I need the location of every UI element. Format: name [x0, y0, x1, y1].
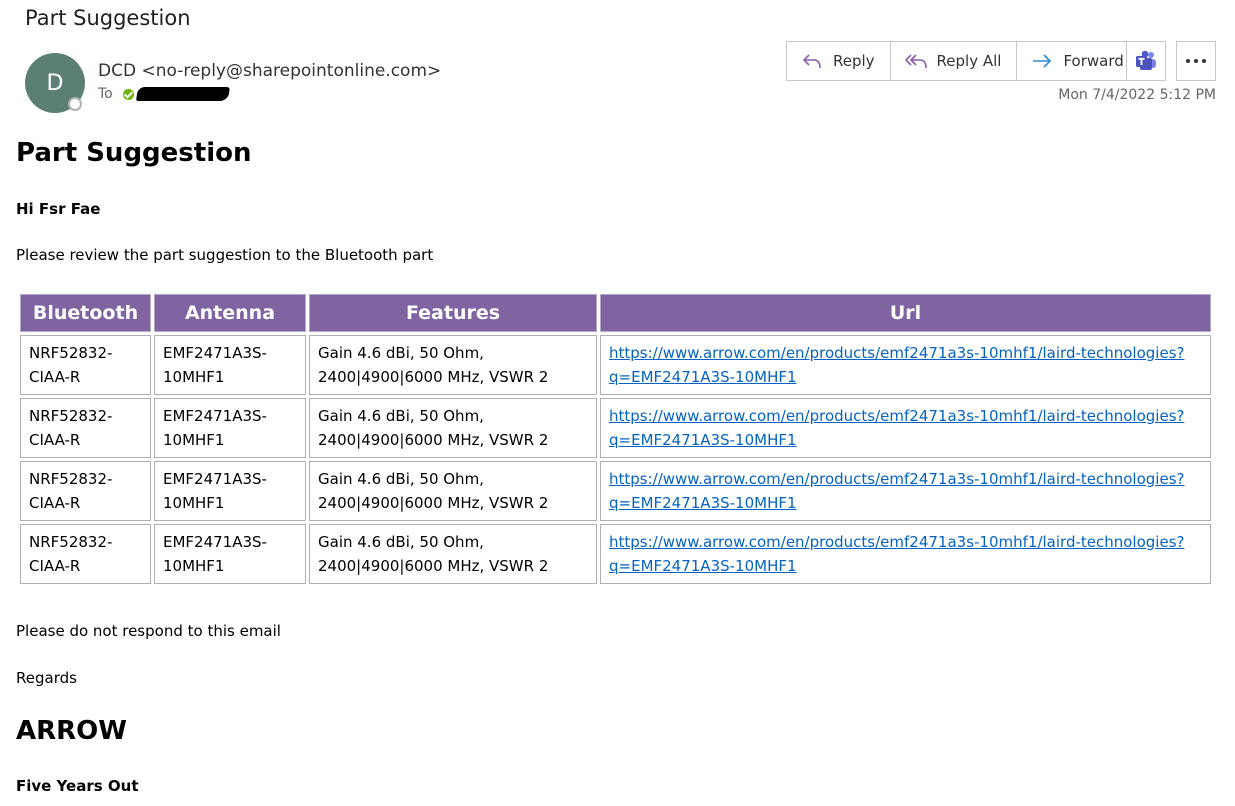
forward-button[interactable]: Forward	[1017, 42, 1138, 80]
cell-text: NRF52832-	[29, 407, 113, 425]
reply-all-button[interactable]: Reply All	[891, 42, 1018, 80]
presence-available-icon	[122, 88, 134, 100]
no-reply-notice: Please do not respond to this email	[16, 622, 281, 640]
column-header-antenna: Antenna	[154, 294, 306, 332]
cell-text: Gain 4.6 dBi, 50 Ohm,	[318, 344, 484, 362]
redacted-recipient[interactable]	[135, 87, 230, 101]
forward-label: Forward	[1063, 52, 1124, 70]
cell-text: EMF2471A3S-	[163, 533, 267, 551]
teams-icon	[1136, 50, 1156, 70]
cell-text: 10MHF1	[163, 557, 225, 575]
product-link[interactable]: https://www.arrow.com/en/products/emf247…	[609, 407, 1184, 449]
cell-bluetooth: NRF52832- CIAA-R	[20, 335, 151, 395]
product-link[interactable]: https://www.arrow.com/en/products/emf247…	[609, 344, 1184, 386]
cell-text: NRF52832-	[29, 533, 113, 551]
cell-url: https://www.arrow.com/en/products/emf247…	[600, 524, 1211, 584]
cell-text: 2400|4900|6000 MHz, VSWR 2	[318, 368, 549, 386]
table-row: NRF52832- CIAA-R EMF2471A3S- 10MHF1 Gain 4…	[20, 335, 1211, 395]
greeting: Hi Fsr Fae	[16, 200, 101, 218]
reply-label: Reply	[833, 52, 875, 70]
product-link[interactable]: https://www.arrow.com/en/products/emf247…	[609, 533, 1184, 575]
cell-text: Gain 4.6 dBi, 50 Ohm,	[318, 407, 484, 425]
cell-bluetooth: NRF52832- CIAA-R	[20, 524, 151, 584]
reply-icon	[802, 54, 821, 69]
cell-features: Gain 4.6 dBi, 50 Ohm, 2400|4900|6000 MHz,…	[309, 461, 597, 521]
cell-text: EMF2471A3S-	[163, 407, 267, 425]
cell-text: Gain 4.6 dBi, 50 Ohm,	[318, 533, 484, 551]
intro-text: Please review the part suggestion to the…	[16, 246, 434, 264]
cell-antenna: EMF2471A3S- 10MHF1	[154, 461, 306, 521]
cell-text: CIAA-R	[29, 557, 81, 575]
cell-text: CIAA-R	[29, 368, 81, 386]
cell-url: https://www.arrow.com/en/products/emf247…	[600, 398, 1211, 458]
email-action-bar: Reply Reply All Forward	[786, 41, 1140, 81]
cell-text: 10MHF1	[163, 431, 225, 449]
cell-text: CIAA-R	[29, 494, 81, 512]
column-header-bluetooth: Bluetooth	[20, 294, 151, 332]
cell-text: NRF52832-	[29, 344, 113, 362]
cell-text: 2400|4900|6000 MHz, VSWR 2	[318, 557, 549, 575]
cell-url: https://www.arrow.com/en/products/emf247…	[600, 335, 1211, 395]
cell-bluetooth: NRF52832- CIAA-R	[20, 461, 151, 521]
parts-table: Bluetooth Antenna Features Url NRF52832-…	[17, 291, 1214, 587]
cell-text: 10MHF1	[163, 368, 225, 386]
sender-address[interactable]: DCD <no-reply@sharepointonline.com>	[98, 61, 441, 81]
reply-all-label: Reply All	[936, 52, 1002, 70]
cell-text: EMF2471A3S-	[163, 344, 267, 362]
body-heading: Part Suggestion	[16, 138, 252, 168]
brand-tagline: Five Years Out	[16, 777, 139, 795]
cell-text: 10MHF1	[163, 494, 225, 512]
cell-bluetooth: NRF52832- CIAA-R	[20, 398, 151, 458]
more-options-button[interactable]	[1176, 41, 1216, 81]
cell-text: Gain 4.6 dBi, 50 Ohm,	[318, 470, 484, 488]
cell-antenna: EMF2471A3S- 10MHF1	[154, 335, 306, 395]
cell-antenna: EMF2471A3S- 10MHF1	[154, 398, 306, 458]
reply-button[interactable]: Reply	[787, 42, 891, 80]
table-row: NRF52832- CIAA-R EMF2471A3S- 10MHF1 Gain 4…	[20, 398, 1211, 458]
more-icon	[1186, 59, 1206, 63]
cell-text: EMF2471A3S-	[163, 470, 267, 488]
cell-features: Gain 4.6 dBi, 50 Ohm, 2400|4900|6000 MHz,…	[309, 398, 597, 458]
forward-icon	[1033, 54, 1052, 68]
cell-text: NRF52832-	[29, 470, 113, 488]
cell-text: CIAA-R	[29, 431, 81, 449]
brand-name: ARROW	[16, 716, 127, 746]
cell-features: Gain 4.6 dBi, 50 Ohm, 2400|4900|6000 MHz,…	[309, 524, 597, 584]
product-link[interactable]: https://www.arrow.com/en/products/emf247…	[609, 470, 1184, 512]
cell-features: Gain 4.6 dBi, 50 Ohm, 2400|4900|6000 MHz,…	[309, 335, 597, 395]
column-header-features: Features	[309, 294, 597, 332]
avatar-initial: D	[46, 70, 64, 96]
reply-all-icon	[904, 54, 927, 69]
table-row: NRF52832- CIAA-R EMF2471A3S- 10MHF1 Gain 4…	[20, 524, 1211, 584]
presence-status-icon	[68, 97, 82, 111]
column-header-url: Url	[600, 294, 1211, 332]
to-label: To	[98, 86, 113, 102]
email-subject: Part Suggestion	[25, 6, 191, 30]
recipient-row: To	[98, 86, 230, 102]
email-date: Mon 7/4/2022 5:12 PM	[1058, 87, 1216, 103]
regards-text: Regards	[16, 669, 77, 687]
cell-text: 2400|4900|6000 MHz, VSWR 2	[318, 494, 549, 512]
cell-antenna: EMF2471A3S- 10MHF1	[154, 524, 306, 584]
table-row: NRF52832- CIAA-R EMF2471A3S- 10MHF1 Gain 4…	[20, 461, 1211, 521]
cell-url: https://www.arrow.com/en/products/emf247…	[600, 461, 1211, 521]
cell-text: 2400|4900|6000 MHz, VSWR 2	[318, 431, 549, 449]
teams-button[interactable]	[1126, 41, 1166, 81]
